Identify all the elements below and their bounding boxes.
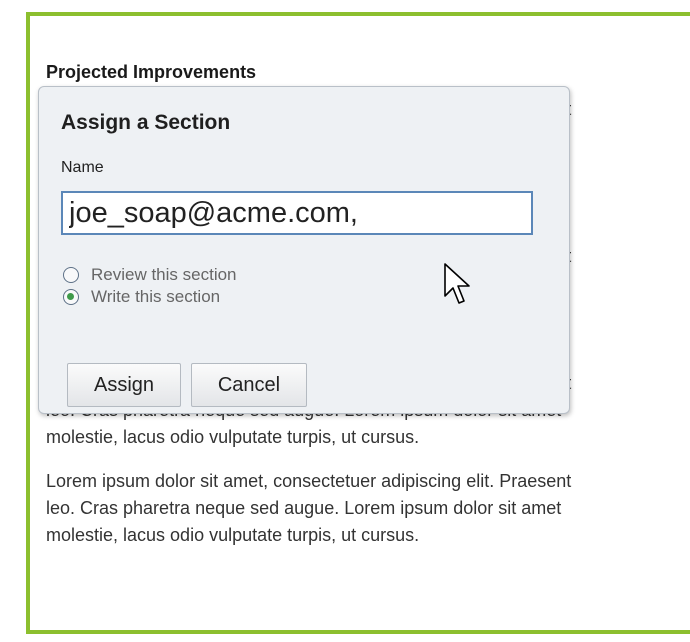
arrow-cursor-icon xyxy=(444,263,470,304)
section-title: Projected Improvements xyxy=(46,62,257,82)
write-option-label: Write this section xyxy=(91,287,221,306)
write-option[interactable]: Write this section xyxy=(63,285,220,309)
name-label: Name xyxy=(61,159,104,176)
assign-section-dialog: Assign a Section Name Review this sectio… xyxy=(38,86,570,414)
review-option-label: Review this section xyxy=(91,265,237,284)
paragraph-line: molestie, lacus odio vulputate turpis, u… xyxy=(46,525,420,545)
paragraph-line: leo. Cras pharetra neque sed augue. Lore… xyxy=(46,498,562,518)
name-input[interactable] xyxy=(61,191,533,235)
review-option[interactable]: Review this section xyxy=(63,263,237,287)
dialog-title: Assign a Section xyxy=(61,111,231,134)
paragraph: Lorem ipsum dolor sit amet, consectetuer… xyxy=(46,468,690,549)
review-radio[interactable] xyxy=(63,267,79,283)
paragraph-line: Lorem ipsum dolor sit amet, consectetuer… xyxy=(46,471,572,491)
cancel-button[interactable]: Cancel xyxy=(191,363,307,407)
paragraph-line: molestie, lacus odio vulputate turpis, u… xyxy=(46,427,420,447)
assign-button[interactable]: Assign xyxy=(67,363,181,407)
write-radio[interactable] xyxy=(63,289,79,305)
